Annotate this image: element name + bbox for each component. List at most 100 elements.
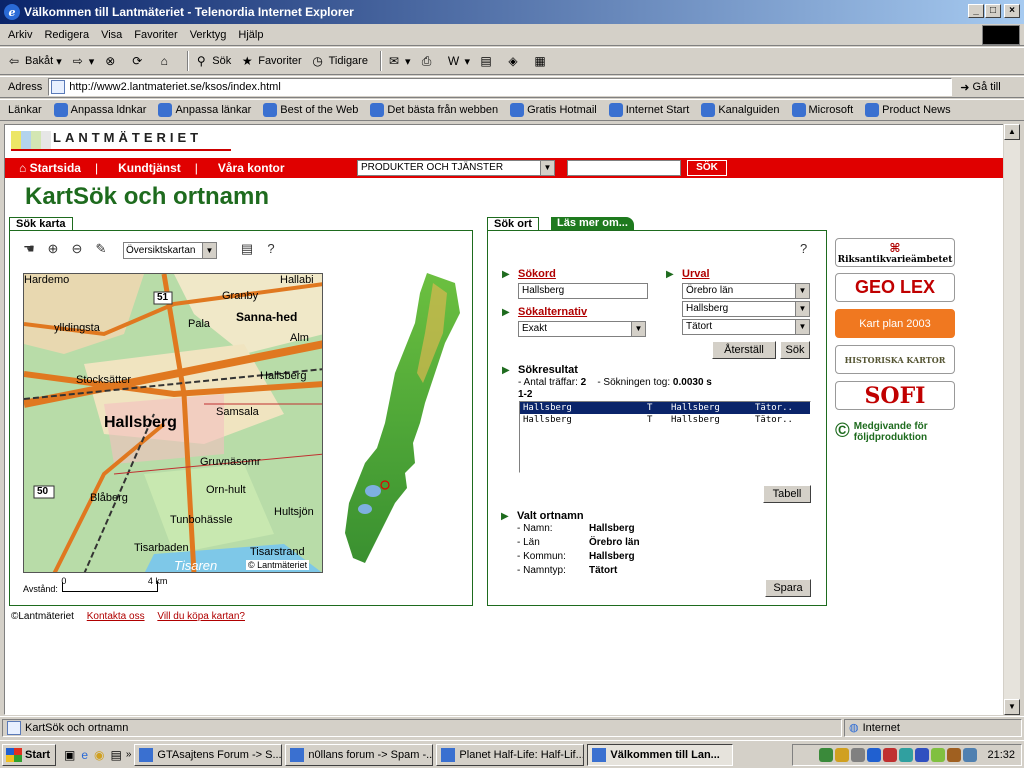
- stop-button[interactable]: ⊗: [102, 53, 121, 69]
- task-button[interactable]: Planet Half-Life: Half-Lif...: [436, 743, 585, 766]
- mail-button[interactable]: ✉ ▾: [386, 53, 411, 69]
- go-button[interactable]: ➜ Gå till: [960, 81, 1000, 94]
- menu-visa[interactable]: Visa: [101, 29, 122, 41]
- map-type-select[interactable]: Översiktskartan ▼: [123, 241, 217, 259]
- favorites-button[interactable]: ★ Favoriter: [239, 53, 302, 69]
- refresh-button[interactable]: ⟳: [129, 53, 148, 69]
- close-button[interactable]: ×: [1004, 4, 1020, 18]
- geolex-logo[interactable]: GEO LEX: [835, 273, 955, 302]
- tray-icon[interactable]: [851, 748, 866, 762]
- task-button-active[interactable]: Välkommen till Lan...: [587, 743, 734, 766]
- zoom-in-icon[interactable]: ⊕: [43, 241, 63, 259]
- minimize-button[interactable]: _: [968, 4, 984, 18]
- map-view[interactable]: Hallsberg Stocksätter Granby Samsala San…: [23, 273, 323, 573]
- tray-icon[interactable]: [867, 748, 882, 762]
- historiska-kartor-logo[interactable]: HISTORISKA KARTOR: [835, 345, 955, 374]
- chevron-right-icon[interactable]: »: [126, 749, 132, 760]
- edit-button[interactable]: W ▾: [446, 53, 470, 69]
- menu-hjalp[interactable]: Hjälp: [238, 29, 263, 41]
- link-item[interactable]: Det bästa från webben: [370, 103, 498, 117]
- nav-kundtjanst[interactable]: Kundtjänst: [118, 161, 181, 175]
- tray-icon[interactable]: [915, 748, 930, 762]
- sweden-overview-map[interactable]: [335, 273, 465, 567]
- quicklaunch-icon[interactable]: ▤: [111, 748, 122, 762]
- ie-link-icon: [608, 103, 623, 117]
- vertical-scrollbar[interactable]: ▲ ▼: [1003, 124, 1020, 715]
- site-search-button[interactable]: SÖK: [687, 160, 727, 176]
- link-item[interactable]: Best of the Web: [263, 103, 358, 117]
- link-item[interactable]: Internet Start: [608, 103, 689, 117]
- site-search-input[interactable]: [567, 160, 681, 176]
- discuss-button[interactable]: ▤: [478, 53, 497, 69]
- back-button[interactable]: ⇦ Bakåt ▾: [6, 53, 62, 69]
- tray-icon[interactable]: [819, 748, 834, 762]
- sokalternativ-select[interactable]: Exakt ▼: [518, 321, 646, 337]
- urval-lan-select[interactable]: Örebro län ▼: [682, 283, 810, 299]
- riksantikvarie-logo[interactable]: ⌘ Riksantikvarieämbetet: [835, 238, 955, 267]
- print-button[interactable]: ⎙: [419, 53, 438, 69]
- task-button[interactable]: GTAsajtens Forum -> S...: [134, 743, 283, 766]
- contact-link[interactable]: Kontakta oss: [87, 611, 145, 622]
- selected-place-label: Valt ortnamn: [517, 510, 584, 522]
- link-item[interactable]: Microsoft: [791, 103, 853, 117]
- urval-typ-select[interactable]: Tätort ▼: [682, 319, 810, 335]
- medgivande-logo[interactable]: © Medgivande för följdproduktion: [835, 417, 955, 446]
- products-select[interactable]: PRODUKTER OCH TJÄNSTER ▼: [357, 160, 555, 176]
- link-item[interactable]: Gratis Hotmail: [510, 103, 597, 117]
- tray-icon[interactable]: [899, 748, 914, 762]
- maximize-button[interactable]: □: [985, 4, 1001, 18]
- copyright-circle-icon: ©: [835, 420, 850, 442]
- scroll-down-icon[interactable]: ▼: [1004, 699, 1020, 715]
- tray-icon[interactable]: [883, 748, 898, 762]
- menu-arkiv[interactable]: Arkiv: [8, 29, 32, 41]
- link-item[interactable]: Anpassa länkar: [158, 103, 251, 117]
- lantmateriet-logo[interactable]: LANTMÄTERIET: [11, 127, 231, 155]
- nav-vara-kontor[interactable]: Våra kontor: [218, 161, 285, 175]
- zoom-out-icon[interactable]: ⊖: [67, 241, 87, 259]
- tray-icon[interactable]: [931, 748, 946, 762]
- messenger-button[interactable]: ◈: [505, 53, 524, 69]
- sofi-logo[interactable]: SOFI: [835, 381, 955, 410]
- sokord-input[interactable]: Hallsberg: [518, 283, 648, 299]
- buy-map-link[interactable]: Vill du köpa kartan?: [157, 611, 245, 622]
- search-button[interactable]: ⚲ Sök: [193, 53, 231, 69]
- ie-quicklaunch-icon[interactable]: e: [81, 748, 88, 762]
- research-button[interactable]: ▦: [532, 53, 551, 69]
- start-button[interactable]: Start: [2, 743, 56, 766]
- search-submit-button[interactable]: Sök: [780, 341, 810, 359]
- urval-kommun-select[interactable]: Hallsberg ▼: [682, 301, 810, 317]
- pan-hand-icon[interactable]: ☚: [19, 241, 39, 259]
- menu-verktyg[interactable]: Verktyg: [190, 29, 227, 41]
- task-button[interactable]: n0llans forum -> Spam -...: [285, 743, 434, 766]
- address-input[interactable]: http://www2.lantmateriet.se/ksos/index.h…: [48, 78, 953, 96]
- link-item[interactable]: Kanalguiden: [701, 103, 780, 117]
- table-row[interactable]: Hallsberg T Hallsberg Tätor..: [520, 402, 810, 414]
- media-player-icon[interactable]: ◉: [94, 748, 104, 762]
- show-desktop-icon[interactable]: ▣: [64, 748, 75, 762]
- table-row[interactable]: Hallsberg T Hallsberg Tätor..: [520, 414, 810, 426]
- tray-icon[interactable]: [947, 748, 962, 762]
- link-item[interactable]: Product News: [865, 103, 951, 117]
- scroll-up-icon[interactable]: ▲: [1004, 124, 1020, 140]
- tab-las-mer-om[interactable]: Läs mer om...: [551, 217, 634, 231]
- link-item[interactable]: Anpassa ldnkar: [53, 103, 146, 117]
- tab-sok-karta[interactable]: Sök karta: [9, 217, 73, 231]
- home-button[interactable]: ⌂: [156, 53, 175, 69]
- reset-button[interactable]: Återställ: [712, 341, 776, 359]
- ruler-icon[interactable]: ✎: [91, 241, 111, 259]
- network-icon[interactable]: [963, 748, 978, 762]
- results-list[interactable]: Hallsberg T Hallsberg Tätor.. Hallsberg …: [519, 401, 811, 473]
- help-icon[interactable]: ?: [800, 241, 807, 256]
- tab-sok-ort[interactable]: Sök ort: [487, 217, 539, 231]
- nav-startsida[interactable]: ⌂ Startsida: [19, 161, 81, 175]
- menu-redigera[interactable]: Redigera: [44, 29, 89, 41]
- table-button[interactable]: Tabell: [763, 485, 811, 503]
- menu-favoriter[interactable]: Favoriter: [134, 29, 177, 41]
- list-icon[interactable]: ▤: [237, 241, 257, 259]
- forward-button[interactable]: ⇨ ▾: [70, 53, 95, 69]
- volume-icon[interactable]: [835, 748, 850, 762]
- save-button[interactable]: Spara: [765, 579, 811, 597]
- kartplan-logo[interactable]: Kart plan 2003: [835, 309, 955, 338]
- history-button[interactable]: ◷ Tidigare: [310, 53, 368, 69]
- help-icon[interactable]: ?: [261, 241, 281, 259]
